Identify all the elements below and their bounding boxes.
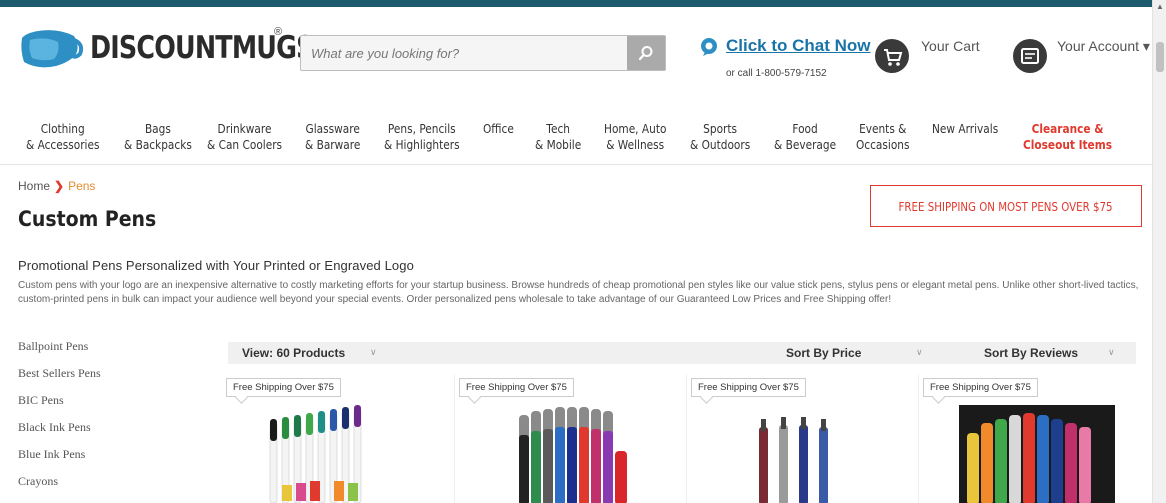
nav-label: Drinkware	[217, 122, 272, 136]
nav-label: & Wellness	[606, 138, 665, 152]
page-title: Custom Pens	[18, 207, 157, 231]
page-subheading: Promotional Pens Personalized with Your …	[18, 258, 414, 273]
nav-clearance-closeout[interactable]: Clearance & Closeout Items	[1023, 121, 1112, 153]
nav-label: Food	[792, 122, 818, 136]
account-label: Your Account	[1057, 38, 1139, 54]
top-accent-bar	[0, 0, 1152, 7]
nav-label: Events &	[859, 122, 907, 136]
nav-label: & Beverage	[774, 138, 837, 152]
nav-label: Pens, Pencils	[387, 122, 456, 136]
nav-label: & Outdoors	[690, 138, 751, 152]
product-card[interactable]: Free Shipping Over $75	[454, 375, 686, 503]
nav-label: Tech	[546, 122, 570, 136]
free-shipping-badge: Free Shipping Over $75	[691, 378, 806, 397]
nav-label: Occasions	[856, 138, 910, 152]
nav-divider	[0, 164, 1152, 165]
chevron-down-icon[interactable]: ∨	[1108, 347, 1115, 358]
mug-logo-icon	[21, 30, 84, 68]
registered-mark: ®	[274, 26, 283, 38]
nav-label: Office	[483, 122, 514, 136]
nav-label: Bags	[144, 122, 171, 136]
page-description: Custom pens with your logo are an inexpe…	[18, 280, 1139, 305]
chevron-down-icon[interactable]: ∨	[916, 347, 923, 358]
nav-label: Clothing	[40, 122, 85, 136]
nav-label: & Highlighters	[384, 138, 460, 152]
nav-pens-pencils-highlighters[interactable]: Pens, Pencils & Highlighters	[384, 121, 460, 153]
nav-label: & Accessories	[26, 138, 100, 152]
scroll-up-arrow-icon[interactable]: ▲	[1156, 2, 1164, 11]
nav-label: Clearance &	[1031, 122, 1104, 136]
nav-label: Home, Auto	[604, 122, 667, 136]
chat-bubble-icon[interactable]	[699, 37, 719, 57]
cart-icon[interactable]	[874, 38, 910, 74]
nav-new-arrivals[interactable]: New Arrivals	[932, 121, 998, 137]
nav-drinkware-can-coolers[interactable]: Drinkware & Can Coolers	[207, 121, 282, 153]
click-to-chat-link[interactable]: Click to Chat Now	[726, 36, 871, 56]
nav-home-auto-wellness[interactable]: Home, Auto & Wellness	[604, 121, 666, 153]
search-icon	[638, 46, 653, 61]
free-shipping-badge: Free Shipping Over $75	[923, 378, 1038, 397]
nav-label: & Barware	[305, 138, 361, 152]
search-bar	[300, 35, 666, 71]
nav-label: Sports	[703, 122, 738, 136]
search-input[interactable]	[301, 36, 629, 70]
sidebar-item-blue-ink-pens[interactable]: Blue Ink Pens	[18, 447, 101, 474]
product-card[interactable]: Free Shipping Over $75	[222, 375, 454, 503]
nav-food-beverage[interactable]: Food & Beverage	[774, 121, 836, 153]
nav-office[interactable]: Office	[483, 121, 514, 137]
results-toolbar: View: 60 Products ∨ Sort By Price ∨ Sort…	[228, 342, 1136, 364]
sidebar-item-ballpoint-pens[interactable]: Ballpoint Pens	[18, 339, 101, 366]
your-cart-link[interactable]: Your Cart	[921, 38, 980, 54]
nav-glassware-barware[interactable]: Glassware & Barware	[305, 121, 360, 153]
nav-label: & Backpacks	[124, 138, 192, 152]
page-scrollbar[interactable]: ▲	[1152, 0, 1166, 503]
product-card[interactable]: Free Shipping Over $75	[918, 375, 1150, 503]
free-shipping-badge: Free Shipping Over $75	[226, 378, 341, 397]
scrollbar-thumb[interactable]	[1156, 42, 1164, 72]
sidebar-item-best-sellers-pens[interactable]: Best Sellers Pens	[18, 366, 101, 393]
nav-clothing-accessories[interactable]: Clothing & Accessories	[26, 121, 99, 153]
sidebar-item-black-ink-pens[interactable]: Black Ink Pens	[18, 420, 101, 447]
sidebar-item-crayons[interactable]: Crayons	[18, 474, 101, 501]
nav-events-occasions[interactable]: Events & Occasions	[856, 121, 909, 153]
nav-label: Glassware	[305, 122, 360, 136]
sort-by-reviews-dropdown[interactable]: Sort By Reviews	[984, 346, 1078, 360]
account-caret-icon: ▾	[1142, 38, 1150, 54]
chevron-down-icon[interactable]: ∨	[370, 347, 377, 358]
view-count-dropdown[interactable]: View: 60 Products	[242, 346, 345, 360]
breadcrumb-current[interactable]: Pens	[68, 179, 95, 193]
breadcrumb: Home ❯ Pens	[18, 179, 95, 193]
breadcrumb-home-link[interactable]: Home	[18, 179, 50, 193]
phone-number-text: or call 1-800-579-7152	[726, 68, 827, 79]
category-sidebar: Ballpoint Pens Best Sellers Pens BIC Pen…	[18, 339, 101, 501]
product-card[interactable]: Free Shipping Over $75	[686, 375, 918, 503]
free-shipping-banner[interactable]: FREE SHIPPING ON MOST PENS OVER $75	[870, 185, 1142, 227]
sidebar-item-bic-pens[interactable]: BIC Pens	[18, 393, 101, 420]
nav-label: New Arrivals	[932, 122, 999, 136]
free-shipping-text: FREE SHIPPING ON MOST PENS OVER $75	[898, 198, 1114, 214]
free-shipping-badge: Free Shipping Over $75	[459, 378, 574, 397]
nav-label: & Mobile	[535, 138, 582, 152]
nav-label: & Can Coolers	[207, 138, 283, 152]
nav-bags-backpacks[interactable]: Bags & Backpacks	[124, 121, 192, 153]
breadcrumb-chevron-icon: ❯	[54, 179, 65, 193]
nav-label: Closeout Items	[1023, 138, 1113, 152]
nav-tech-mobile[interactable]: Tech & Mobile	[535, 121, 581, 153]
nav-sports-outdoors[interactable]: Sports & Outdoors	[690, 121, 750, 153]
account-icon[interactable]	[1012, 38, 1048, 74]
your-account-link[interactable]: Your Account ▾	[1057, 38, 1150, 55]
search-button[interactable]	[627, 36, 665, 70]
sort-by-price-dropdown[interactable]: Sort By Price	[786, 346, 861, 360]
